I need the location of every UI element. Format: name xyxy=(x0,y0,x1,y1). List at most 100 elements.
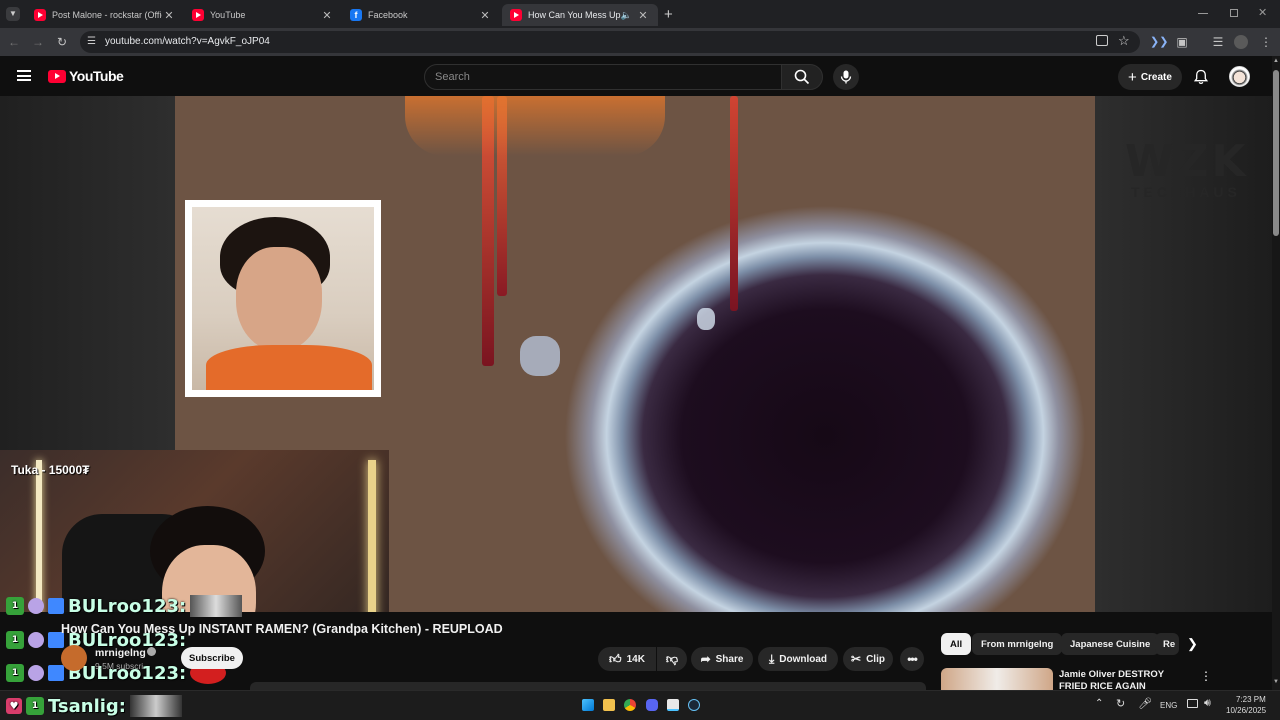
minimize-window-icon[interactable] xyxy=(1198,13,1208,14)
create-button[interactable]: + Create xyxy=(1118,64,1182,90)
show-hidden-icons-chevron-icon[interactable]: ⌃ xyxy=(1095,698,1103,709)
recommendation-thumbnail[interactable] xyxy=(941,668,1053,690)
restore-window-icon[interactable] xyxy=(1230,9,1238,17)
emote-badge-icon xyxy=(28,632,44,648)
emote-badge-icon xyxy=(28,665,44,681)
close-tab-icon[interactable]: ✕ xyxy=(478,9,492,22)
streaming-app-icon[interactable] xyxy=(667,699,679,711)
youtube-icon xyxy=(510,9,522,21)
search-input[interactable] xyxy=(425,65,755,89)
media-controls-icon[interactable]: ❯❯ xyxy=(1150,34,1168,50)
url-text: youtube.com/watch?v=AgvkF_oJP04 xyxy=(105,36,270,47)
file-explorer-icon[interactable] xyxy=(603,699,615,711)
browser-menu-icon[interactable]: ⋮ xyxy=(1258,34,1274,50)
chat-emote-image xyxy=(130,695,182,717)
site-info-icon[interactable]: ☰ xyxy=(87,36,96,47)
forward-arrow-icon[interactable]: → xyxy=(30,34,46,50)
speaker-audio-icon[interactable]: 🔈 xyxy=(621,10,632,21)
recommendation-title[interactable]: Jamie Oliver DESTROY FRIED RICE AGAIN xyxy=(1059,669,1194,690)
video-player[interactable]: WZK TECHHAUS Tuka - 15000₮ xyxy=(0,96,1272,612)
chat-username: BULroo123: xyxy=(68,595,187,617)
browser-tab-active-video[interactable]: How Can You Mess Up INST 🔈 ✕ xyxy=(502,4,658,26)
clock-time[interactable]: 7:23 PM xyxy=(1236,695,1266,704)
sauce-drip xyxy=(730,96,738,311)
channel-avatar[interactable] xyxy=(61,645,87,671)
dislike-button[interactable]: 👎︎ xyxy=(657,647,687,671)
hamburger-menu-icon[interactable] xyxy=(17,70,31,81)
voice-search-button[interactable] xyxy=(833,64,859,90)
browser-tab-facebook[interactable]: f Facebook ✕ xyxy=(342,4,500,26)
extensions-puzzle-icon[interactable]: ▣ xyxy=(1174,34,1190,50)
clock-date[interactable]: 10/26/2025 xyxy=(1226,706,1266,715)
scroll-down-arrow-icon[interactable]: ▼ xyxy=(1273,679,1279,685)
new-tab-plus-icon[interactable]: + xyxy=(664,6,673,23)
subscriber-count: 9.5M subscri xyxy=(95,661,144,671)
youtube-header: YouTube + Create xyxy=(0,56,1280,96)
reload-icon[interactable]: ↻ xyxy=(54,34,70,50)
youtube-play-logo-icon xyxy=(48,69,66,83)
reading-list-icon[interactable]: ☰ xyxy=(1210,34,1226,50)
download-icon: ⤓ xyxy=(768,651,775,666)
profile-avatar-icon[interactable] xyxy=(1234,35,1248,49)
input-language[interactable]: ENG xyxy=(1160,701,1177,710)
browser-tab-post-malone[interactable]: Post Malone - rockstar (Official ✕ xyxy=(26,4,184,26)
first-place-badge-icon: 1 xyxy=(6,631,24,649)
channel-name[interactable]: mrnigelng xyxy=(95,647,146,659)
share-arrow-icon: ➦ xyxy=(700,652,711,666)
clip-button[interactable]: ✂ Clip xyxy=(843,647,893,671)
steam-icon[interactable] xyxy=(688,699,700,711)
chrome-icon[interactable] xyxy=(624,699,636,711)
browser-toolbar: ← → ↻ ☰ youtube.com/watch?v=AgvkF_oJP04 … xyxy=(0,28,1280,56)
create-label: Create xyxy=(1140,71,1172,83)
like-count: 14K xyxy=(626,653,645,665)
sync-icon[interactable]: ↻ xyxy=(1116,697,1125,710)
chips-next-arrow-icon[interactable]: ❯ xyxy=(1187,636,1198,652)
recommendation-menu-icon[interactable]: ⋮ xyxy=(1200,669,1212,683)
chip-from-channel[interactable]: From mrnigelng xyxy=(972,633,1063,655)
share-label: Share xyxy=(715,653,744,665)
browser-tab-youtube[interactable]: YouTube ✕ xyxy=(184,4,342,26)
account-avatar[interactable] xyxy=(1229,66,1250,87)
close-tab-icon[interactable]: ✕ xyxy=(162,9,176,22)
streamer-webcam: Tuka - 15000₮ xyxy=(0,450,389,612)
install-app-icon[interactable] xyxy=(1096,35,1108,46)
shelf-light xyxy=(36,460,42,612)
chip-japanese-cuisine[interactable]: Japanese Cuisine xyxy=(1061,633,1160,655)
back-arrow-icon[interactable]: ← xyxy=(6,34,22,50)
youtube-logo[interactable]: YouTube xyxy=(48,68,124,84)
first-place-badge-icon: 1 xyxy=(6,597,24,615)
description-box-edge xyxy=(250,682,926,690)
volume-icon[interactable]: 🔊︎ xyxy=(1204,697,1211,710)
watermark-logo: WZK xyxy=(1125,136,1249,187)
notifications-bell-icon[interactable] xyxy=(1193,69,1209,85)
search-icon xyxy=(794,69,810,85)
video-blur-right: WZK TECHHAUS xyxy=(1095,96,1272,612)
search-button[interactable] xyxy=(781,64,823,90)
network-icon[interactable] xyxy=(1187,699,1198,708)
close-tab-icon[interactable]: ✕ xyxy=(636,9,650,22)
like-button[interactable]: 👍︎ 14K xyxy=(598,647,656,671)
scroll-up-arrow-icon[interactable]: ▲ xyxy=(1273,58,1279,64)
tab-title: Facebook xyxy=(368,10,408,20)
more-actions-button[interactable]: ••• xyxy=(900,647,924,671)
close-tab-icon[interactable]: ✕ xyxy=(320,9,334,22)
subscribe-button[interactable]: Subscribe xyxy=(181,647,243,669)
windows-start-icon[interactable] xyxy=(582,699,594,711)
address-bar[interactable]: ☰ youtube.com/watch?v=AgvkF_oJP04 ☆ xyxy=(80,31,1140,53)
scrollbar-thumb[interactable] xyxy=(1273,70,1279,236)
chip-related[interactable]: Re xyxy=(1155,633,1179,655)
download-button[interactable]: ⤓ Download xyxy=(758,647,838,671)
chat-message: ♥ 1 Tsanlig: xyxy=(6,694,182,718)
tab-title: YouTube xyxy=(210,10,246,20)
tab-search-dropdown-icon[interactable]: ▼ xyxy=(6,7,20,21)
donation-text: Tuka - 15000₮ xyxy=(11,463,90,477)
microphone-tray-icon[interactable]: 🎤︎ xyxy=(1138,697,1152,710)
close-window-icon[interactable]: ✕ xyxy=(1258,6,1267,19)
discord-icon[interactable] xyxy=(646,699,658,711)
heart-badge-icon: ♥ xyxy=(6,698,22,714)
bookmark-star-icon[interactable]: ☆ xyxy=(1118,33,1130,49)
foam-spot xyxy=(520,336,560,376)
foam-spot xyxy=(697,308,715,330)
chip-all[interactable]: All xyxy=(941,633,972,655)
share-button[interactable]: ➦ Share xyxy=(691,647,753,671)
